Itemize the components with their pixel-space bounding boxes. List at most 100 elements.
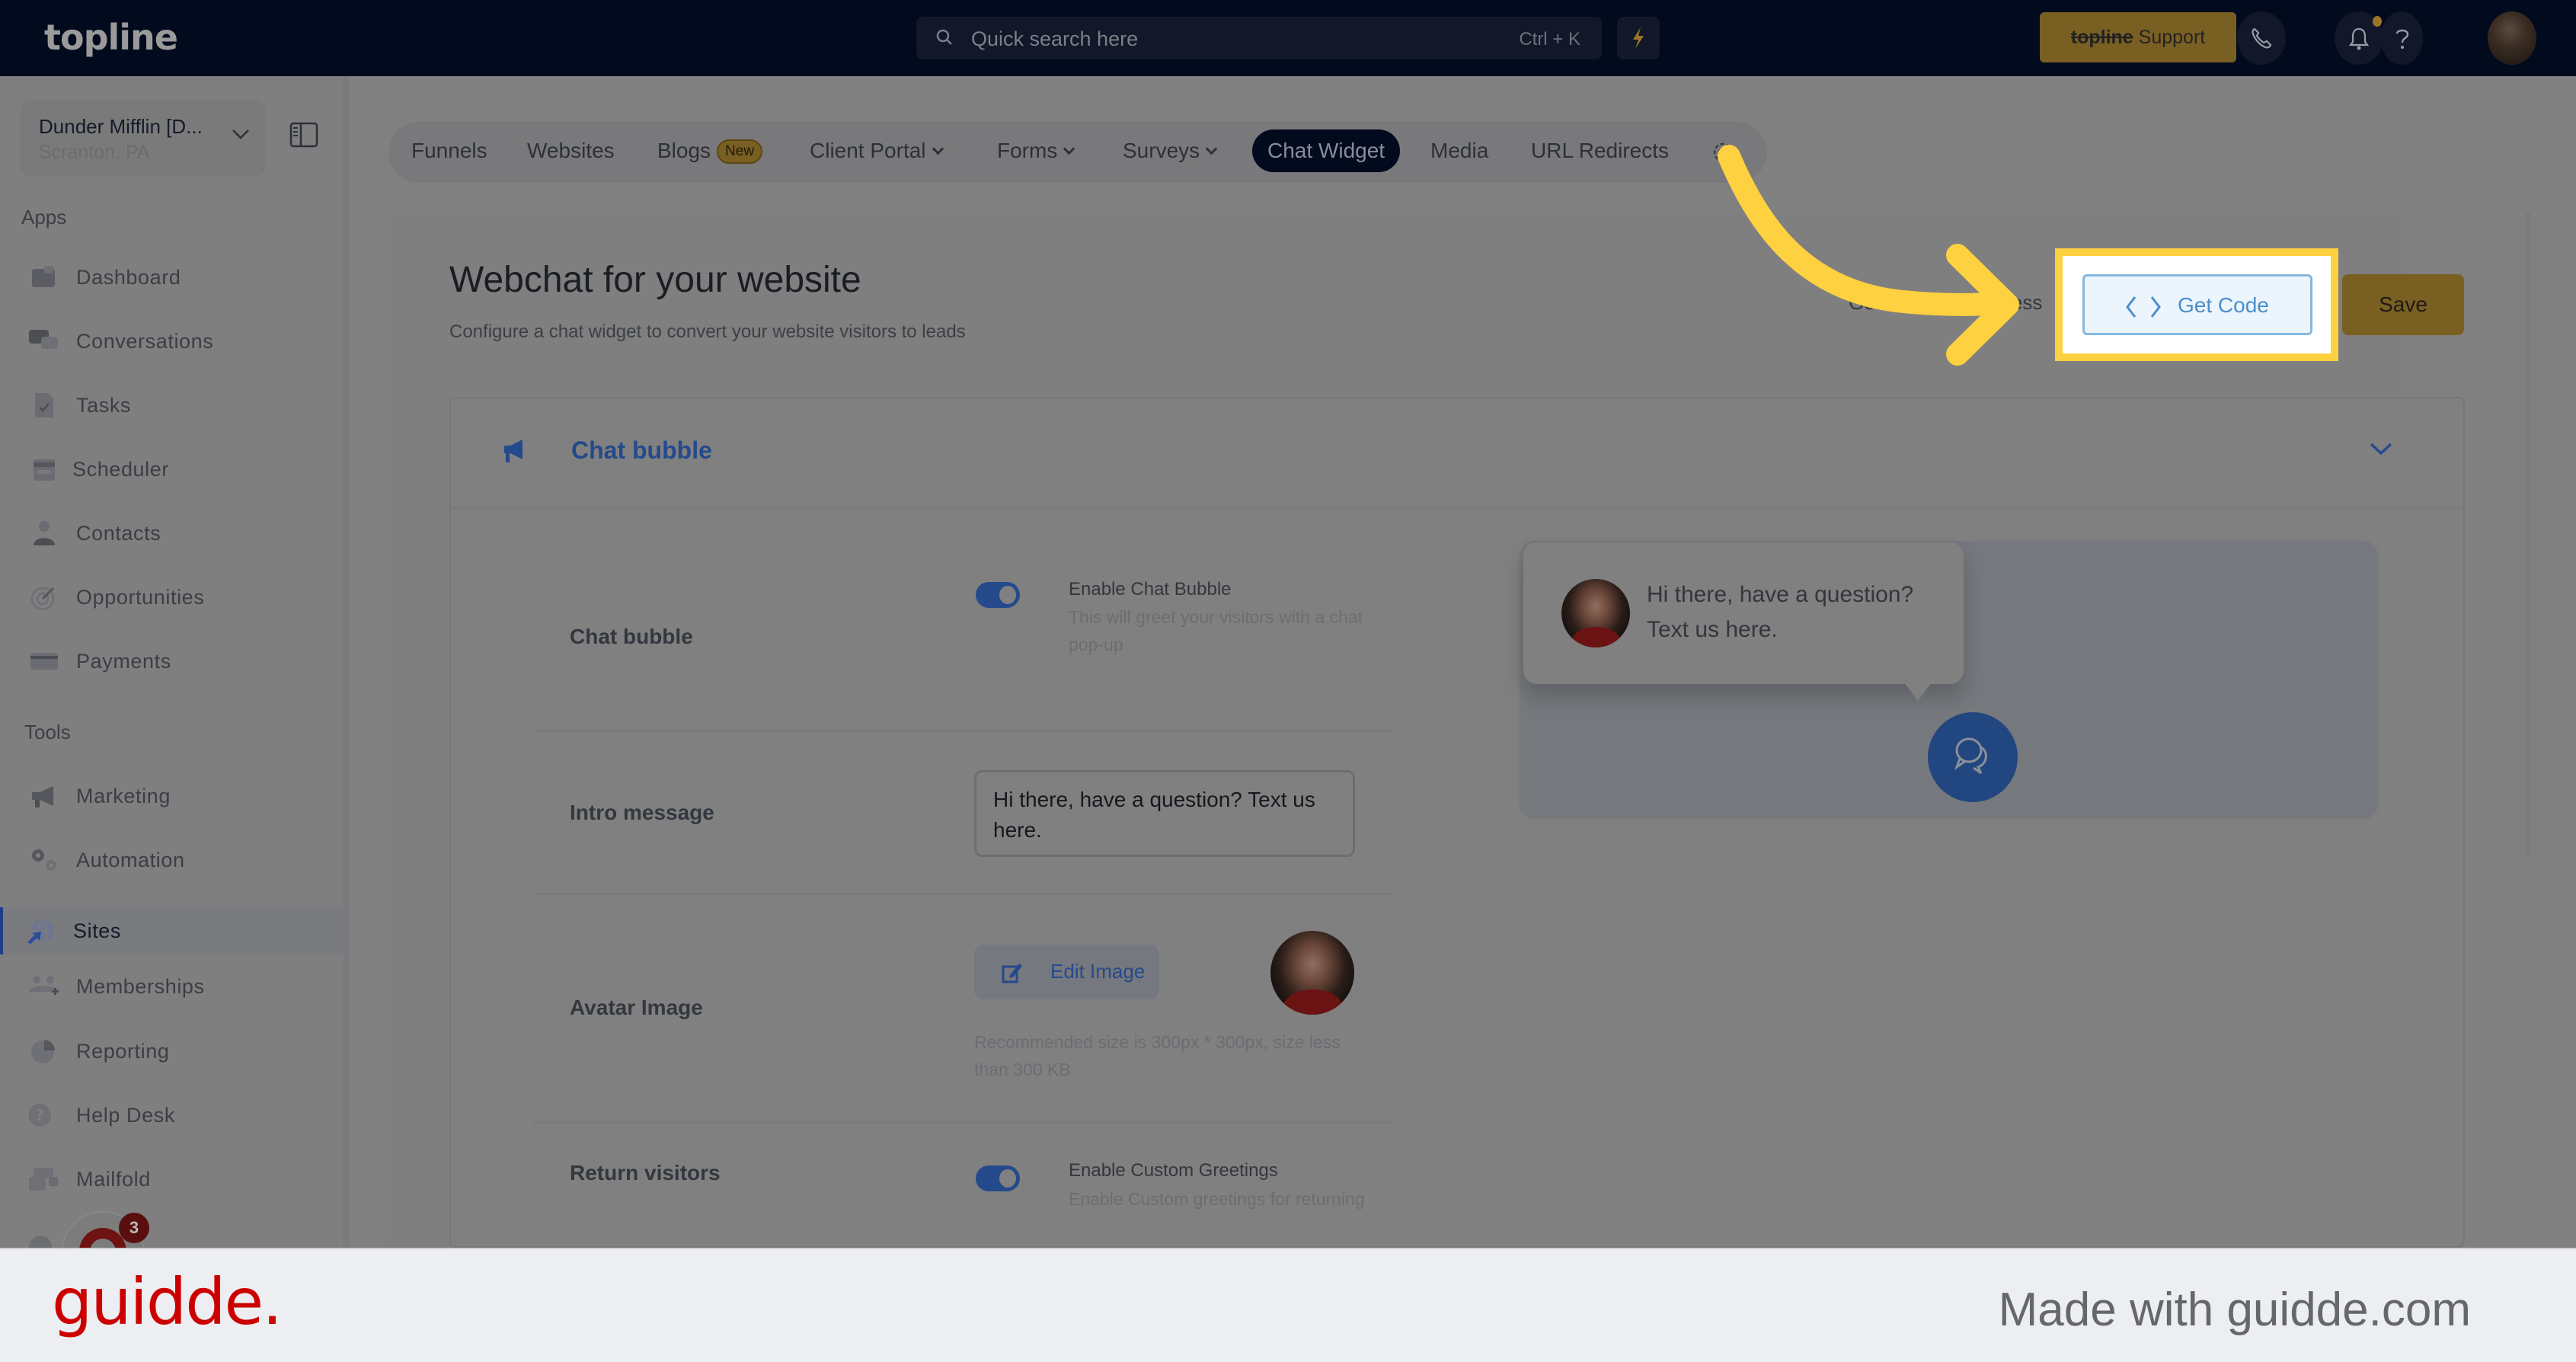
enable-custom-greetings-desc: Enable Custom greetings for returning xyxy=(1069,1189,1365,1209)
edit-image-button[interactable]: Edit Image xyxy=(974,945,1159,999)
sidebar-item-label: Mailfold xyxy=(76,1168,151,1191)
return-visitors-toggle[interactable] xyxy=(976,1165,1020,1191)
support-label: Support xyxy=(2133,27,2206,48)
page-subtitle: Configure a chat widget to convert your … xyxy=(449,321,966,342)
sidebar-item-opportunities[interactable]: Opportunities xyxy=(0,574,343,621)
megaphone-icon xyxy=(32,786,53,807)
intro-message-row-label: Intro message xyxy=(570,801,714,824)
gear-icon[interactable] xyxy=(1709,139,1737,166)
obscured-label-right: ess xyxy=(2011,291,2043,314)
user-avatar[interactable] xyxy=(2488,11,2536,65)
sidebar-item-automation[interactable]: Automation xyxy=(0,836,343,884)
intro-message-textarea[interactable]: Hi there, have a question? Text us here. xyxy=(974,770,1355,857)
megaphone-icon xyxy=(504,440,523,462)
tab-url-redirects[interactable]: URL Redirects xyxy=(1531,139,1669,163)
tab-websites[interactable]: Websites xyxy=(527,139,615,163)
sites-tab-bar: Funnels Websites Blogs New Client Portal … xyxy=(388,122,1767,183)
sidebar-collapse-icon[interactable] xyxy=(289,122,318,148)
preview-greeting-popup: Hi there, have a question? Text us here. xyxy=(1523,542,1964,701)
enable-custom-greetings-title: Enable Custom Greetings xyxy=(1069,1160,1278,1181)
chat-bubble-toggle[interactable] xyxy=(976,582,1020,608)
sidebar-item-marketing[interactable]: Marketing xyxy=(0,772,343,820)
tab-chat-widget[interactable]: Chat Widget xyxy=(1252,129,1401,172)
save-button[interactable]: Save xyxy=(2342,274,2464,335)
sidebar-item-contacts[interactable]: Contacts xyxy=(0,510,343,557)
sidebar-item-sites[interactable]: Sites xyxy=(0,907,343,954)
guidde-logo: guidde. xyxy=(52,1264,283,1339)
page-scrollbar[interactable] xyxy=(2526,212,2530,859)
sidebar-item-help-desk[interactable]: ? Help Desk xyxy=(0,1092,343,1139)
top-navbar: topline Quick search here Ctrl + K topli… xyxy=(0,0,2576,76)
users-plus-icon xyxy=(29,976,59,995)
sidebar-item-conversations[interactable]: Conversations xyxy=(0,318,343,365)
person-icon xyxy=(34,521,55,545)
guidde-footer: guidde. Made with guidde.com xyxy=(0,1248,2576,1362)
quick-actions-button[interactable] xyxy=(1617,17,1660,59)
phone-button[interactable] xyxy=(2237,11,2286,65)
obscured-label-left: Get xyxy=(1849,291,1881,314)
sidebar-divider xyxy=(343,76,349,1248)
puzzle-icon xyxy=(32,266,55,287)
card-title: Chat bubble xyxy=(571,436,712,464)
tab-funnels[interactable]: Funnels xyxy=(411,139,487,163)
sidebar-item-label: Sites xyxy=(73,919,122,942)
chevron-down-icon[interactable] xyxy=(2369,441,2393,456)
account-switcher[interactable]: Dunder Mifflin [D... Scranton, PA xyxy=(21,100,266,177)
obscured-header-button[interactable]: Get ess xyxy=(1849,291,2042,315)
enable-chat-bubble-desc: This will greet your visitors with a cha… xyxy=(1069,607,1363,654)
sidebar-item-label: Scheduler xyxy=(72,458,169,481)
sidebar-item-scheduler[interactable]: Scheduler xyxy=(0,446,343,493)
tab-label: Funnels xyxy=(411,139,487,162)
question-circle-icon: ? xyxy=(29,1104,51,1127)
sidebar-item-payments[interactable]: Payments xyxy=(0,638,343,685)
preview-avatar xyxy=(1561,579,1630,647)
tab-label: Chat Widget xyxy=(1267,139,1385,162)
search-icon xyxy=(936,29,952,45)
help-icon xyxy=(2395,29,2409,49)
gears-icon xyxy=(32,849,56,871)
tab-surveys[interactable]: Surveys xyxy=(1123,139,1218,163)
chevron-down-icon xyxy=(1205,142,1218,155)
search-shortcut: Ctrl + K xyxy=(1519,29,1580,50)
chevron-down-icon xyxy=(932,142,944,155)
sidebar-item-tasks[interactable]: Tasks xyxy=(0,382,343,429)
topline-logo[interactable]: topline xyxy=(44,17,178,58)
made-with-guidde: Made with guidde.com xyxy=(1998,1284,2471,1336)
sidebar-item-reporting[interactable]: Reporting xyxy=(0,1028,343,1075)
tab-media[interactable]: Media xyxy=(1430,139,1488,163)
tab-label: URL Redirects xyxy=(1531,139,1670,162)
tab-label: Blogs xyxy=(657,139,711,162)
code-brackets-icon xyxy=(2126,296,2161,318)
sidebar-item-mailfold[interactable]: Mailfold xyxy=(0,1156,343,1203)
sidebar-item-label: Memberships xyxy=(76,975,205,998)
avatar-size-hint: Recommended size is 300px * 300px, size … xyxy=(974,1032,1341,1079)
pie-chart-icon xyxy=(31,1040,55,1063)
chat-bubble-card-header[interactable]: Chat bubble xyxy=(451,398,2463,510)
tools-section-label: Tools xyxy=(24,721,71,743)
notifications-button[interactable] xyxy=(2335,11,2383,65)
sidebar-item-label: Dashboard xyxy=(76,266,181,289)
tab-forms[interactable]: Forms xyxy=(997,139,1075,163)
preview-greeting-text: Hi there, have a question? Text us here. xyxy=(1647,582,1914,642)
launcher-notification-badge: 3 xyxy=(119,1213,149,1243)
svg-text:?: ? xyxy=(35,1106,44,1124)
tab-client-portal[interactable]: Client Portal xyxy=(810,139,944,163)
tab-label: Forms xyxy=(997,139,1058,162)
tab-label: Websites xyxy=(527,139,615,162)
sidebar-item-memberships[interactable]: Memberships xyxy=(0,963,343,1010)
sidebar-item-dashboard[interactable]: Dashboard xyxy=(0,254,343,301)
account-location: Scranton, PA xyxy=(39,142,150,163)
edit-icon xyxy=(1002,964,1022,983)
globe-cursor-icon xyxy=(27,919,54,944)
sidebar-item-label: Opportunities xyxy=(76,586,205,609)
target-icon xyxy=(30,587,55,610)
help-button[interactable] xyxy=(2380,11,2423,65)
tab-blogs[interactable]: Blogs New xyxy=(657,139,763,166)
support-button[interactable]: topline Support xyxy=(2040,12,2236,62)
get-code-button[interactable]: Get Code xyxy=(2082,274,2312,335)
quick-search-input[interactable]: Quick search here Ctrl + K xyxy=(916,17,1602,59)
tab-label: Media xyxy=(1430,139,1489,162)
avatar-image-row-label: Avatar Image xyxy=(570,996,703,1019)
sidebar: Dunder Mifflin [D... Scranton, PA Apps D… xyxy=(0,76,343,1248)
avatar-image-preview xyxy=(1270,931,1354,1015)
